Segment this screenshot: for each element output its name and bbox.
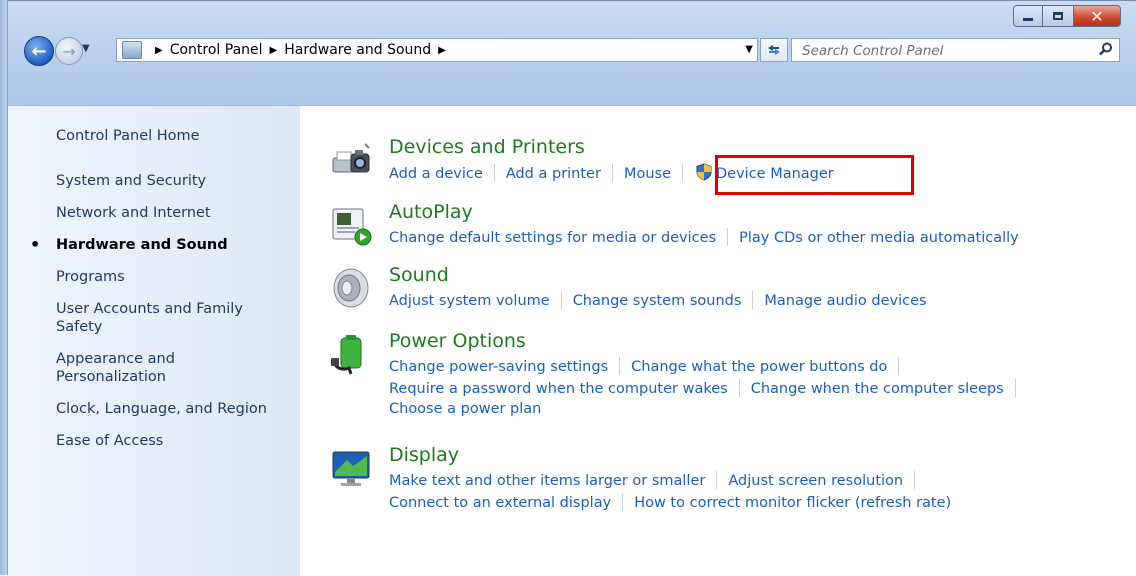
refresh-icon [768, 45, 780, 55]
uac-shield-icon [696, 163, 712, 181]
category-title-display[interactable]: Display [389, 444, 459, 466]
link-row: Require a password when the computer wak… [389, 379, 1109, 401]
link-play-cds-or-other-media-automatically[interactable]: Play CDs or other media automatically [739, 230, 1019, 246]
search-icon[interactable] [1099, 42, 1113, 56]
link-separator [611, 164, 613, 182]
link-choose-a-power-plan[interactable]: Choose a power plan [389, 401, 541, 417]
link-separator [619, 357, 621, 375]
close-icon: ✕ [1090, 6, 1104, 26]
battery-plug-icon[interactable] [329, 332, 373, 376]
sidebar-item-hardware-and-sound: Hardware and Sound [30, 236, 296, 254]
link-change-system-sounds[interactable]: Change system sounds [573, 293, 742, 309]
sidebar-item-network-and-internet[interactable]: Network and Internet [56, 204, 296, 222]
sidebar-list: System and Security Network and Internet H… [30, 172, 296, 464]
sidebar-item-clock-language-and-region[interactable]: Clock, Language, and Region [56, 400, 296, 418]
link-mouse[interactable]: Mouse [624, 166, 671, 182]
category-title-sound[interactable]: Sound [389, 264, 449, 286]
forward-button[interactable]: → [55, 37, 83, 65]
link-separator [560, 291, 562, 309]
link-separator [727, 228, 729, 246]
link-row: Adjust system volume Change system sounds… [389, 291, 1109, 313]
link-row: Change default settings for media or dev… [389, 228, 1109, 250]
forward-arrow-icon: → [62, 41, 76, 61]
link-adjust-system-volume[interactable]: Adjust system volume [389, 293, 550, 309]
back-arrow-icon: ← [31, 40, 47, 62]
content-area: Control Panel Home System and Security Ne… [8, 105, 1136, 576]
breadcrumb-arrow-icon[interactable]: ▶ [155, 45, 163, 56]
back-button[interactable]: ← [24, 36, 54, 66]
sidebar-item-appearance-and-personalization[interactable]: Appearance and Personalization [56, 350, 206, 386]
link-row: Connect to an external display How to cor… [389, 493, 1109, 515]
control-panel-icon [122, 41, 142, 59]
link-make-text-and-other-items-larger-or-smaller[interactable]: Make text and other items larger or smal… [389, 473, 705, 489]
search-box [791, 38, 1120, 62]
speaker-icon[interactable] [329, 266, 373, 310]
breadcrumb-arrow-icon[interactable]: ▶ [438, 45, 446, 56]
printer-camera-icon[interactable] [329, 138, 373, 182]
link-change-when-the-computer-sleeps[interactable]: Change when the computer sleeps [751, 381, 1004, 397]
sidebar-item-ease-of-access[interactable]: Ease of Access [56, 432, 296, 450]
navigation-bar: ← → ▼ ▶ Control Panel ▶ Hardware and Sou… [16, 35, 1126, 66]
refresh-button[interactable] [760, 38, 788, 62]
link-separator [1014, 379, 1016, 397]
link-separator [622, 493, 624, 511]
link-adjust-screen-resolution[interactable]: Adjust screen resolution [728, 473, 903, 489]
link-separator [752, 291, 754, 309]
link-change-default-settings-for-media-or-devices[interactable]: Change default settings for media or dev… [389, 230, 716, 246]
main-panel: Devices and Printers Add a device Add a pr… [323, 106, 1123, 576]
link-how-to-correct-monitor-flicker-refresh-rate[interactable]: How to correct monitor flicker (refresh … [634, 495, 951, 511]
link-change-power-saving-settings[interactable]: Change power-saving settings [389, 359, 608, 375]
link-separator [914, 471, 916, 489]
autoplay-icon[interactable] [329, 203, 373, 247]
maximize-icon [1053, 12, 1063, 20]
sidebar-item-programs[interactable]: Programs [56, 268, 296, 286]
link-separator [898, 357, 900, 375]
address-dropdown-icon[interactable]: ▼ [745, 44, 753, 55]
monitor-icon[interactable] [329, 446, 373, 490]
address-bar[interactable]: ▶ Control Panel ▶ Hardware and Sound ▶ ▼ [116, 38, 758, 62]
link-separator [682, 164, 684, 182]
minimize-button[interactable] [1013, 5, 1043, 27]
title-bar-buttons: ✕ [1013, 5, 1121, 27]
breadcrumb-control-panel[interactable]: Control Panel [170, 42, 263, 58]
recent-pages-dropdown[interactable]: ▼ [82, 43, 90, 54]
search-input[interactable] [800, 40, 1074, 62]
category-links: Adjust system volume Change system sounds… [389, 291, 1109, 313]
sidebar-home-link[interactable]: Control Panel Home [56, 128, 200, 144]
category-links: Change power-saving settings Change what … [389, 357, 1109, 423]
breadcrumb-arrow-icon[interactable]: ▶ [270, 45, 278, 56]
link-row: Change power-saving settings Change what … [389, 357, 1109, 379]
category-title-power-options[interactable]: Power Options [389, 330, 526, 352]
link-change-what-the-power-buttons-do[interactable]: Change what the power buttons do [631, 359, 887, 375]
link-separator [716, 471, 718, 489]
link-add-a-device[interactable]: Add a device [389, 166, 483, 182]
category-title-devices-and-printers[interactable]: Devices and Printers [389, 136, 585, 158]
close-button[interactable]: ✕ [1073, 5, 1121, 27]
category-links: Make text and other items larger or smal… [389, 471, 1109, 515]
category-links: Change default settings for media or dev… [389, 228, 1109, 250]
sidebar: Control Panel Home System and Security Ne… [8, 106, 300, 576]
window-left-border [0, 0, 8, 575]
sidebar-item-system-and-security[interactable]: System and Security [56, 172, 296, 190]
breadcrumb-hardware-and-sound[interactable]: Hardware and Sound [284, 42, 431, 58]
link-separator [493, 164, 495, 182]
link-connect-to-an-external-display[interactable]: Connect to an external display [389, 495, 611, 511]
maximize-button[interactable] [1042, 5, 1074, 27]
link-add-a-printer[interactable]: Add a printer [506, 166, 601, 182]
link-separator [738, 379, 740, 397]
category-title-autoplay[interactable]: AutoPlay [389, 201, 473, 223]
link-manage-audio-devices[interactable]: Manage audio devices [764, 293, 926, 309]
chevron-down-icon: ▼ [82, 43, 90, 54]
link-require-a-password-when-the-computer-wakes[interactable]: Require a password when the computer wak… [389, 381, 728, 397]
highlight-box [715, 155, 914, 195]
link-row: Choose a power plan [389, 401, 1109, 423]
sidebar-item-user-accounts-and-family-safety[interactable]: User Accounts and Family Safety [56, 300, 261, 336]
minimize-icon [1023, 17, 1033, 21]
link-row: Make text and other items larger or smal… [389, 471, 1109, 493]
control-panel-window: ✕ ← → ▼ ▶ Control Panel ▶ Hardware and S… [0, 0, 1136, 576]
